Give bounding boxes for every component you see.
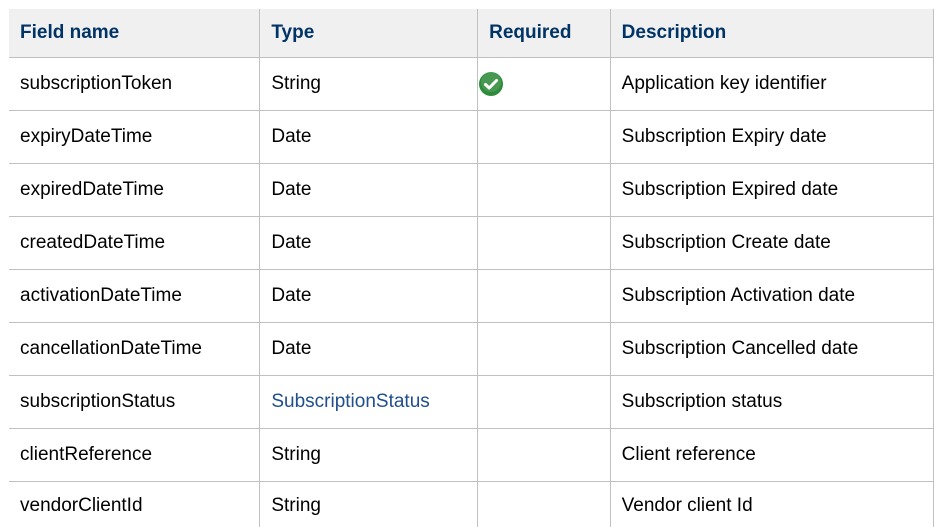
table-row: clientReference String Client reference [9,428,934,482]
table-row: subscriptionStatus SubscriptionStatus Su… [9,375,934,429]
type-cell: Date [259,269,479,323]
table-row: vendorClientId String Vendor client Id [9,481,934,527]
table-row: activationDateTime Date Subscription Act… [9,269,934,323]
field-name-cell: activationDateTime [9,269,261,323]
table-row: createdDateTime Date Subscription Create… [9,216,934,270]
description-cell: Subscription status [609,375,934,429]
required-cell [477,216,611,270]
required-cell [477,57,611,111]
header-required: Required [477,9,611,58]
field-name-cell: createdDateTime [9,216,261,270]
type-cell: String [259,57,479,111]
field-name-cell: cancellationDateTime [9,322,261,376]
field-name-cell: subscriptionToken [9,57,261,111]
description-cell: Client reference [609,428,934,482]
type-link[interactable]: SubscriptionStatus [271,391,429,412]
field-name-cell: expiredDateTime [9,163,261,217]
table-row: subscriptionToken String Application key… [9,57,934,111]
field-name-cell: expiryDateTime [9,110,261,164]
description-cell: Application key identifier [609,57,934,111]
required-cell [477,428,611,482]
header-field-name: Field name [9,9,261,58]
required-cell [477,375,611,429]
description-cell: Subscription Cancelled date [609,322,934,376]
check-circle-icon [479,71,505,97]
field-name-cell: clientReference [9,428,261,482]
field-name-cell: vendorClientId [9,481,261,527]
required-cell [477,110,611,164]
table-row: expiryDateTime Date Subscription Expiry … [9,110,934,164]
field-name-cell: subscriptionStatus [9,375,261,429]
description-cell: Subscription Create date [609,216,934,270]
fields-table: Field name Type Required Description sub… [9,9,934,527]
type-cell: Date [259,216,479,270]
table-header-row: Field name Type Required Description [9,9,934,58]
page: Field name Type Required Description sub… [0,0,934,527]
required-cell [477,163,611,217]
table-row: expiredDateTime Date Subscription Expire… [9,163,934,217]
table-row: cancellationDateTime Date Subscription C… [9,322,934,376]
description-cell: Subscription Expired date [609,163,934,217]
description-cell: Subscription Activation date [609,269,934,323]
type-cell: String [259,481,479,527]
type-cell: Date [259,110,479,164]
type-cell: Date [259,322,479,376]
type-cell: String [259,428,479,482]
type-cell: SubscriptionStatus [259,375,479,429]
header-type: Type [259,9,479,58]
description-cell: Subscription Expiry date [609,110,934,164]
description-cell: Vendor client Id [609,481,934,527]
type-cell: Date [259,163,479,217]
required-cell [477,322,611,376]
required-cell [477,481,611,527]
required-cell [477,269,611,323]
header-description: Description [609,9,934,58]
